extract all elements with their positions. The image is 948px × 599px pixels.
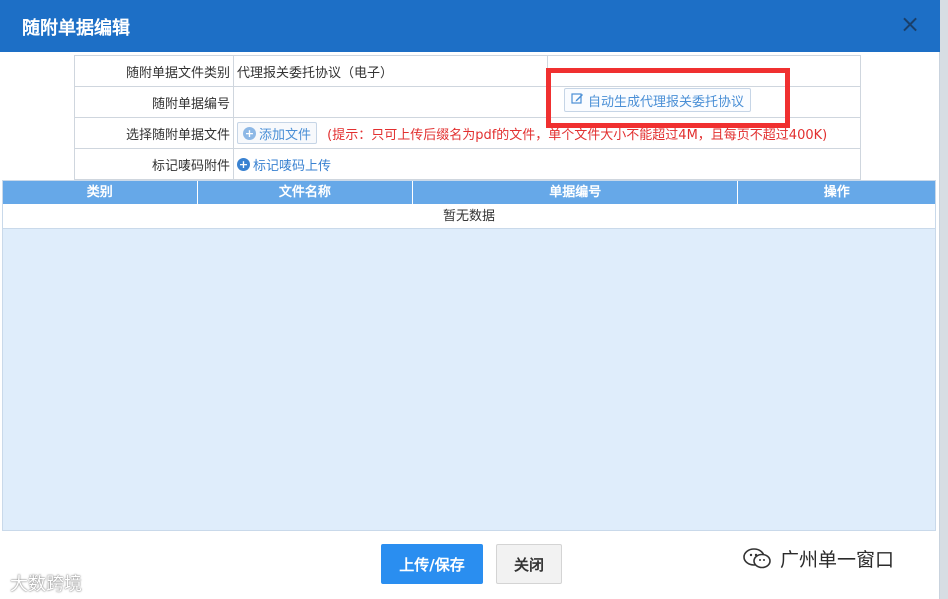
document-form: 随附单据文件类别 代理报关委托协议（电子） 随附单据编号 选择随附单据文件 + …: [74, 55, 861, 180]
add-file-label: 添加文件: [259, 127, 312, 143]
auto-generate-label: 自动生成代理报关委托协议: [588, 94, 745, 110]
dialog-titlebar: 随附单据编辑 ×: [0, 0, 940, 52]
column-header-filename[interactable]: 文件名称: [198, 181, 414, 204]
mark-label: 标记唛码附件: [74, 148, 234, 180]
form-row-mark: 标记唛码附件 + 标记唛码上传: [74, 148, 861, 180]
wechat-icon: [743, 547, 771, 568]
mark-upload-label: 标记唛码上传: [253, 158, 332, 174]
mark-upload-link[interactable]: + 标记唛码上传: [237, 155, 331, 174]
file-value-cell: + 添加文件 (提示：只可上传后缀名为pdf的文件，单个文件大小不能超过4M，且…: [233, 117, 861, 149]
category-value-cell: 代理报关委托协议（电子）: [233, 55, 861, 87]
upload-hint: (提示：只可上传后缀名为pdf的文件，单个文件大小不能超过4M，且每页不超过40…: [327, 127, 828, 143]
auto-generate-agreement-button[interactable]: 自动生成代理报关委托协议: [564, 88, 752, 112]
column-header-actions[interactable]: 操作: [738, 181, 935, 204]
plus-circle-icon: +: [237, 157, 250, 171]
plus-circle-icon: +: [243, 126, 256, 140]
file-label: 选择随附单据文件: [74, 117, 234, 149]
number-value-cell[interactable]: [233, 86, 861, 118]
category-value: 代理报关委托协议（电子）: [237, 65, 394, 81]
form-row-file: 选择随附单据文件 + 添加文件 (提示：只可上传后缀名为pdf的文件，单个文件大…: [74, 117, 861, 149]
upload-save-button[interactable]: 上传/保存: [381, 544, 483, 584]
close-button[interactable]: 关闭: [496, 544, 562, 584]
watermark-right: 广州单一窗口: [742, 545, 894, 572]
document-edit-dialog: 随附单据编辑 × 随附单据文件类别 代理报关委托协议（电子） 随附单据编号 选择…: [0, 0, 940, 599]
dialog-title: 随附单据编辑: [22, 18, 130, 39]
mark-value-cell: + 标记唛码上传: [233, 148, 861, 180]
edit-icon: [571, 92, 584, 108]
watermark-left-text: 大数跨境: [10, 574, 82, 595]
grid-header: 类别 文件名称 单据编号 操作: [3, 181, 935, 204]
cell-divider: [547, 55, 548, 86]
watermark-right-text: 广州单一窗口: [780, 549, 895, 571]
watermark-left: 大数跨境: [10, 570, 82, 596]
add-file-button[interactable]: + 添加文件: [237, 122, 318, 144]
form-row-category: 随附单据文件类别 代理报关委托协议（电子）: [74, 55, 861, 87]
column-header-doc-number[interactable]: 单据编号: [413, 181, 739, 204]
column-header-category[interactable]: 类别: [3, 181, 198, 204]
number-label: 随附单据编号: [74, 86, 234, 118]
close-icon[interactable]: ×: [898, 12, 922, 36]
grid-empty-message: 暂无数据: [3, 204, 935, 229]
category-label: 随附单据文件类别: [74, 55, 234, 87]
background-edge: [940, 0, 948, 599]
documents-grid: 类别 文件名称 单据编号 操作 暂无数据: [2, 180, 936, 531]
